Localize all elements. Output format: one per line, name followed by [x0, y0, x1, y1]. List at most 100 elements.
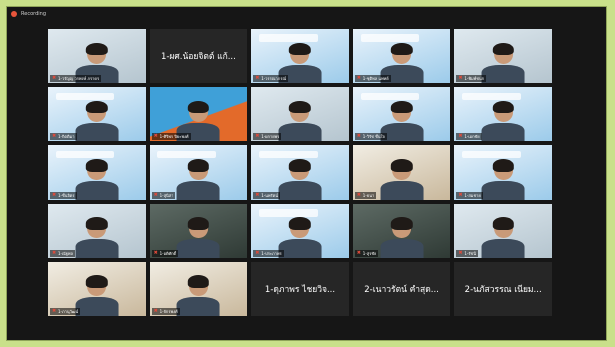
window-title: Recording [21, 11, 47, 17]
mic-muted-icon: ✖ [356, 133, 361, 140]
participant-tile[interactable]: ✖ 1-ณัฐพล [48, 203, 146, 258]
participant-tile[interactable]: 2-เนาวรัตน์ คำสุด... [352, 261, 451, 316]
mic-muted-icon: ✖ [356, 75, 361, 82]
participant-name: 1-ศิริพร ปิยะพงศ์ [159, 134, 189, 140]
mic-muted-icon: ✖ [255, 191, 260, 198]
participant-video [278, 99, 322, 142]
participant-tile[interactable]: ✖ 1-ศิริพร ปิยะพงศ์ [149, 87, 248, 142]
participant-video [481, 215, 525, 258]
participant-tile[interactable]: ✖ 1-สุนิสา [149, 145, 248, 200]
participant-name: 1-พิมพ์ชนก [464, 76, 485, 82]
participant-video [481, 99, 525, 142]
name-label: ✖ 1-จักรพงศ์ [151, 307, 180, 315]
name-label: ✖ 1-รัชนี [456, 249, 478, 257]
participant-video [380, 215, 424, 258]
participant-video [481, 157, 525, 200]
name-label: ✖ 1-กิตติมา [50, 133, 77, 141]
name-label: ✖ 1-ธนา [354, 191, 377, 199]
participant-video [481, 41, 525, 84]
name-label: ✖ 1-ผกายพร [253, 133, 282, 141]
participant-name: 1-สุรชัย [362, 250, 377, 256]
name-label: ✖ 1-อดิศักดิ์ [151, 249, 179, 257]
participant-name: 1-ณัฐพล [58, 250, 73, 256]
participant-tile[interactable]: ✖ 1-ภานุวัฒน์ [48, 261, 146, 316]
name-label: ✖ 1-ณัฐพล [50, 249, 75, 257]
participant-tile[interactable]: ✖ 1-ธนา [352, 145, 451, 200]
record-icon [11, 11, 17, 17]
participant-tile[interactable]: ✖ 1-สมชาย [454, 145, 552, 200]
participant-name: 1-สุนิสา [159, 192, 174, 198]
participant-name: 1-เอกชัย [464, 134, 480, 140]
participant-tile[interactable]: ✖ 1-อดิศักดิ์ [149, 203, 248, 258]
mic-muted-icon: ✖ [52, 249, 57, 256]
name-label: ✖ 1-วรรณาภรณ์ [253, 75, 289, 83]
mic-muted-icon: ✖ [458, 133, 463, 140]
name-label: ✖ 1-ศิริพร ปิยะพงศ์ [151, 133, 191, 141]
mic-muted-icon: ✖ [255, 249, 260, 256]
participant-tile[interactable]: ✖ 1-เอกชัย [454, 87, 552, 142]
participant-tile[interactable]: 1-ผศ.น้อยจิตต์ แก้... [149, 29, 248, 84]
participant-name: 1-วรัญญ วรพงษ์ ภราดร [58, 76, 100, 82]
participant-tile[interactable]: ✖ 1-กิตติมา [48, 87, 146, 142]
participant-tile[interactable]: ✖ 1-พิมพ์ชนก [454, 29, 552, 84]
name-label: ✖ 1-ชุติพล แพทย์ [354, 75, 391, 83]
participant-name: 1-วรรณาภรณ์ [261, 76, 287, 82]
name-label: ✖ 1-เอกชัย [456, 133, 482, 141]
participant-tile[interactable]: ✖ 1-ผกายพร [251, 87, 349, 142]
participant-name: 1-ผกายพร [261, 134, 280, 140]
participant-tile[interactable]: ✖ 1-ชุติพล แพทย์ [352, 29, 451, 84]
name-label: ✖ 1-พิมพ์ชนก [456, 75, 487, 83]
participant-tile[interactable]: ✖ 1-ประภาพร [251, 203, 349, 258]
name-label: ✖ 1-ประภาพร [253, 249, 284, 257]
mic-muted-icon: ✖ [153, 307, 158, 314]
participant-name: 1-วิรัช ชื่นใจ [362, 134, 385, 140]
name-label: ✖ 1-สุนิสา [151, 191, 176, 199]
mic-muted-icon: ✖ [52, 75, 57, 82]
name-label: ✖ 1-วิรัช ชื่นใจ [354, 133, 387, 141]
participant-name: 1-สมชาย [464, 192, 481, 198]
participant-name: 1-ดุภาพร ไชยวิจ... [264, 284, 336, 295]
participant-name: 1-นพรัตน์ [261, 192, 279, 198]
participant-tile[interactable]: ✖ 1-วรรณาภรณ์ [251, 29, 349, 84]
name-label: ✖ 1-นพรัตน์ [253, 191, 281, 199]
name-label: ✖ 1-ชื่นจิตร [50, 191, 77, 199]
mic-muted-icon: ✖ [458, 249, 463, 256]
participant-video [176, 274, 220, 316]
participant-tile[interactable]: ✖ 1-วรัญญ วรพงษ์ ภราดร [48, 29, 146, 84]
mic-muted-icon: ✖ [52, 133, 57, 140]
participant-tile[interactable]: ✖ 1-สุรชัย [352, 203, 451, 258]
participant-tile[interactable]: ✖ 1-จักรพงศ์ [149, 261, 248, 316]
participant-name: 1-ผศ.น้อยจิตต์ แก้... [160, 52, 236, 63]
participant-tile[interactable]: 1-ดุภาพร ไชยวิจ... [251, 261, 349, 316]
participant-name: 1-จักรพงศ์ [159, 308, 178, 314]
participant-name: 1-ชุติพล แพทย์ [362, 76, 389, 82]
name-label: ✖ 1-วรัญญ วรพงษ์ ภราดร [50, 75, 102, 83]
participant-name: 1-ภานุวัฒน์ [58, 308, 79, 314]
participant-name: 1-รัชนี [464, 250, 476, 256]
mic-muted-icon: ✖ [153, 249, 158, 256]
mic-muted-icon: ✖ [153, 191, 158, 198]
participant-tile[interactable]: ✖ 1-ชื่นจิตร [48, 145, 146, 200]
participant-video [278, 215, 322, 258]
participant-name: 2-นภัสวรรณ เนียม... [464, 284, 542, 295]
participant-video [75, 215, 119, 258]
participant-tile[interactable]: ✖ 1-รัชนี [454, 203, 552, 258]
participant-name: 2-เนาวรัตน์ คำสุด... [364, 284, 439, 295]
participant-tile[interactable]: ✖ 1-วิรัช ชื่นใจ [352, 87, 451, 142]
participant-tile[interactable]: ✖ 1-นพรัตน์ [251, 145, 349, 200]
participant-tile[interactable]: 2-นภัสวรรณ เนียม... [454, 261, 552, 316]
participant-video [75, 99, 119, 142]
participant-video [75, 274, 119, 316]
mic-muted-icon: ✖ [153, 133, 158, 140]
name-label: ✖ 1-สมชาย [456, 191, 483, 199]
title-bar: Recording [7, 7, 606, 21]
mic-muted-icon: ✖ [458, 191, 463, 198]
participant-video [380, 157, 424, 200]
name-label: ✖ 1-ภานุวัฒน์ [50, 307, 81, 315]
participant-video [75, 157, 119, 200]
participant-name: 1-ประภาพร [261, 250, 282, 256]
mic-muted-icon: ✖ [52, 191, 57, 198]
participant-video [176, 157, 220, 200]
name-label: ✖ 1-สุรชัย [354, 249, 379, 257]
mic-muted-icon: ✖ [356, 191, 361, 198]
